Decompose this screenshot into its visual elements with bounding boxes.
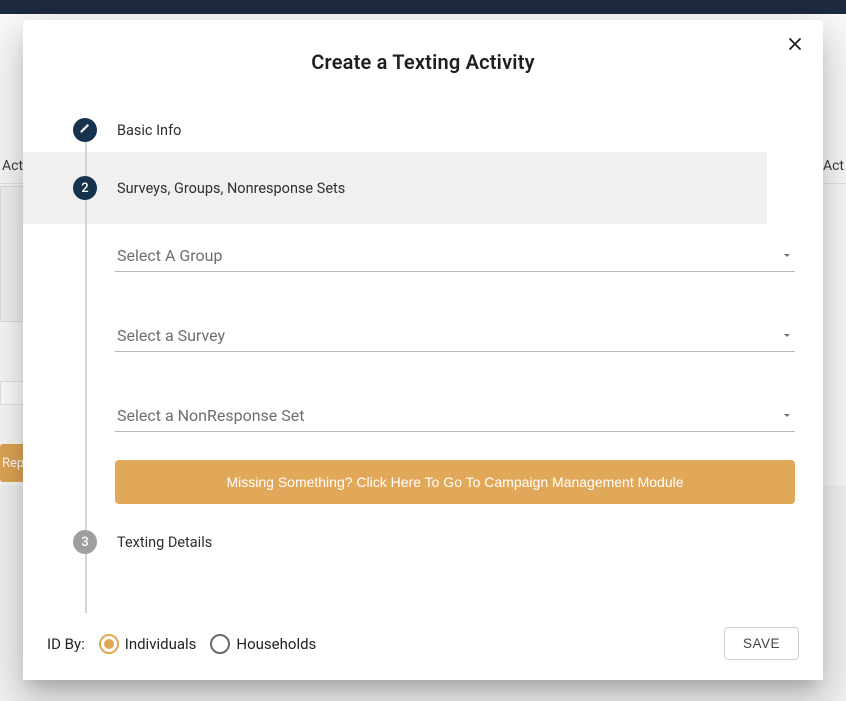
radio-circle-icon [99,634,119,654]
id-by-label: ID By: [47,635,85,653]
step-2-label: Surveys, Groups, Nonresponse Sets [117,180,345,197]
dialog-title: Create a Texting Activity [23,20,823,92]
select-group-placeholder: Select A Group [117,246,222,265]
step-surveys-groups[interactable]: 2 Surveys, Groups, Nonresponse Sets [23,152,767,224]
step-texting-details[interactable]: 3 Texting Details [51,520,795,564]
radio-circle-icon [210,634,230,654]
stepper: Basic Info 2 Surveys, Groups, Nonrespons… [23,92,823,613]
id-by-group: ID By: Individuals Households [47,634,316,654]
select-group[interactable]: Select A Group [115,240,795,272]
modal-scrim: Create a Texting Activity Basic Info [0,0,846,701]
radio-households-label: Households [236,635,316,653]
stepper-scroll[interactable]: Basic Info 2 Surveys, Groups, Nonrespons… [23,92,823,613]
radio-individuals[interactable]: Individuals [99,634,197,654]
chevron-down-icon [781,326,793,345]
create-activity-dialog: Create a Texting Activity Basic Info [23,20,823,680]
step-3-label: Texting Details [117,534,212,551]
select-nonresponse-placeholder: Select a NonResponse Set [117,406,304,425]
step-1-circle [73,118,97,142]
dialog-footer: ID By: Individuals Households SAVE [23,613,823,680]
select-nonresponse[interactable]: Select a NonResponse Set [115,400,795,432]
select-survey[interactable]: Select a Survey [115,320,795,352]
chevron-down-icon [781,406,793,425]
radio-households[interactable]: Households [210,634,316,654]
close-icon [785,34,805,54]
campaign-management-link[interactable]: Missing Something? Click Here To Go To C… [115,460,795,504]
step-basic-info[interactable]: Basic Info [51,108,795,152]
step-1-label: Basic Info [117,122,181,139]
pencil-icon [79,122,91,138]
step-2-body: Select A Group Select a Survey [111,240,795,504]
step-2-circle: 2 [73,176,97,200]
chevron-down-icon [781,246,793,265]
select-survey-placeholder: Select a Survey [117,326,225,345]
radio-individuals-label: Individuals [125,635,197,653]
close-button[interactable] [781,30,809,58]
scroll-spacer [51,564,795,613]
step-3-circle: 3 [73,530,97,554]
save-button[interactable]: SAVE [724,627,799,660]
